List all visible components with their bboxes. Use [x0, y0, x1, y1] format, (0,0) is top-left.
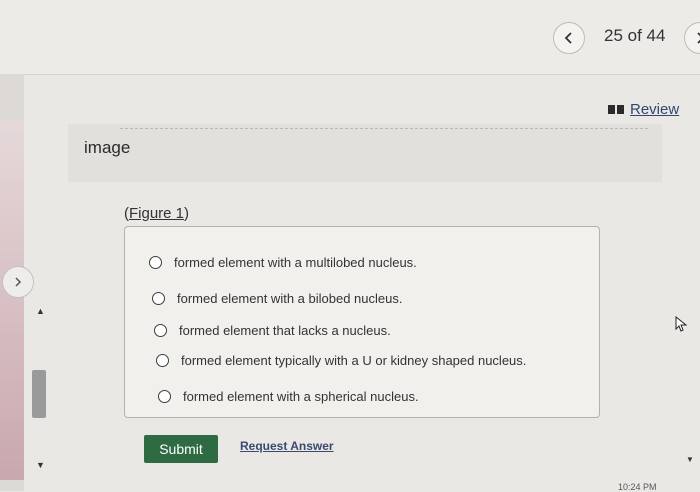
option-5[interactable]: formed element with a spherical nucleus.: [158, 389, 419, 404]
scrollbar-thumb[interactable]: [32, 370, 46, 418]
image-placeholder-box: [68, 124, 662, 182]
radio-button[interactable]: [149, 256, 162, 269]
divider: [120, 128, 648, 129]
radio-button[interactable]: [156, 354, 169, 367]
scroll-down-icon[interactable]: ▼: [686, 455, 694, 464]
figure-link[interactable]: (Figure 1): [124, 205, 189, 222]
option-4[interactable]: formed element typically with a U or kid…: [156, 353, 526, 368]
option-label: formed element that lacks a nucleus.: [179, 323, 391, 338]
rail-background: [0, 120, 24, 480]
chevron-right-icon: [697, 32, 700, 44]
request-answer-link[interactable]: Request Answer: [240, 439, 334, 453]
option-label: formed element typically with a U or kid…: [181, 353, 527, 368]
scroll-up-icon[interactable]: ▲: [36, 306, 45, 316]
chevron-right-icon: [15, 277, 22, 287]
radio-button[interactable]: [152, 292, 165, 305]
figure-close-paren: ): [184, 205, 190, 222]
option-label: formed element with a multilobed nucleus…: [174, 255, 417, 270]
radio-button[interactable]: [158, 390, 171, 403]
rail-toggle-button[interactable]: [2, 266, 34, 298]
top-bar: 25 of 44: [0, 0, 700, 75]
review-label: Review: [630, 101, 680, 118]
chevron-left-icon: [564, 32, 572, 44]
figure-link-label: Figure 1: [129, 205, 185, 222]
previous-button[interactable]: [553, 22, 585, 54]
image-placeholder-label: image: [84, 138, 131, 157]
question-position: 25 of 44: [604, 26, 666, 45]
review-icon: [608, 105, 624, 114]
next-button[interactable]: [684, 22, 700, 54]
mouse-cursor-icon: [675, 316, 688, 332]
option-3[interactable]: formed element that lacks a nucleus.: [154, 323, 391, 338]
radio-button[interactable]: [154, 324, 167, 337]
option-1[interactable]: formed element with a multilobed nucleus…: [149, 255, 417, 270]
option-label: formed element with a spherical nucleus.: [183, 389, 419, 404]
option-2[interactable]: formed element with a bilobed nucleus.: [152, 291, 402, 306]
option-label: formed element with a bilobed nucleus.: [177, 291, 403, 306]
scroll-down-icon[interactable]: ▼: [36, 460, 45, 470]
review-link[interactable]: Review: [608, 101, 679, 118]
answer-options: formed element with a multilobed nucleus…: [124, 226, 600, 418]
submit-button[interactable]: Submit: [144, 435, 218, 463]
